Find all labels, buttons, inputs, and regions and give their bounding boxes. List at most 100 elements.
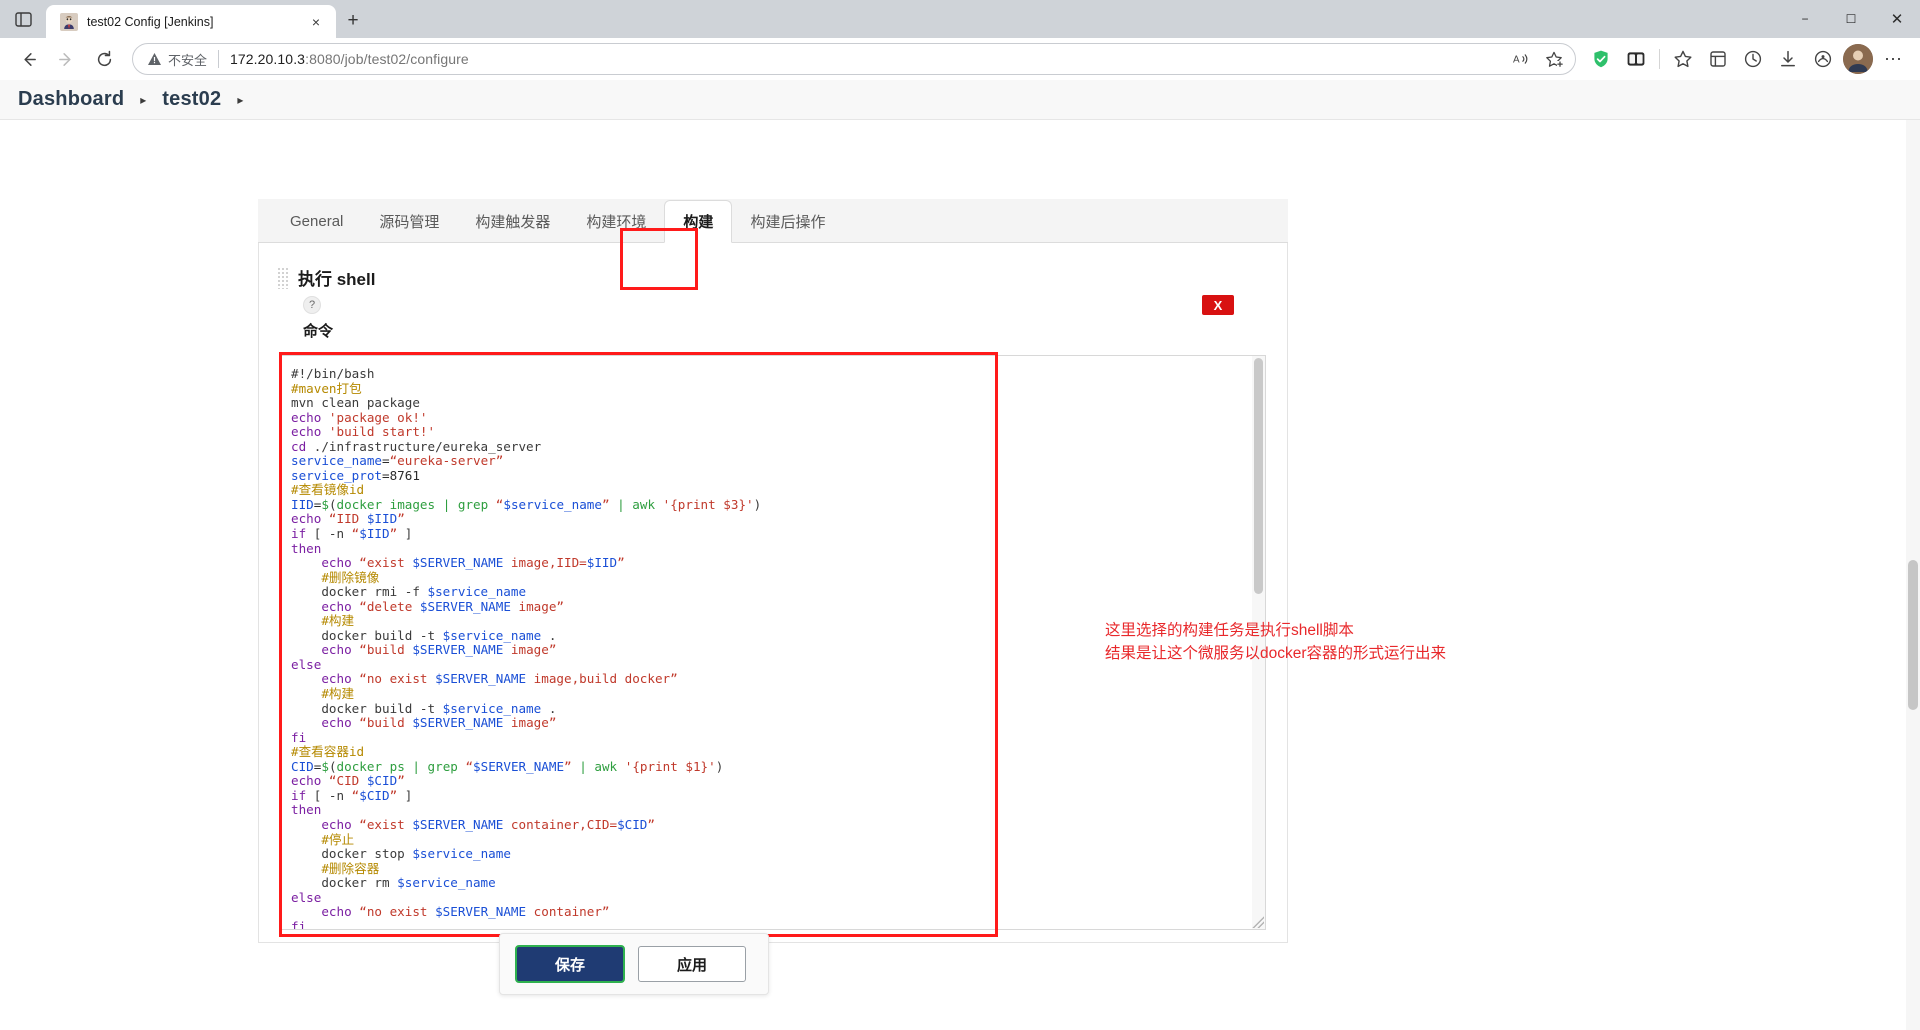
code-token: then [291, 541, 321, 556]
code-line: #maven打包 [291, 382, 1265, 397]
code-token: else [291, 657, 321, 672]
config-tab-1[interactable]: 源码管理 [361, 200, 457, 242]
close-icon[interactable]: × [304, 10, 328, 34]
avatar[interactable] [1841, 43, 1875, 75]
code-line: #构建 [291, 687, 1265, 702]
code-token: “exist [359, 555, 412, 570]
command-field-label: 命令 [259, 314, 1287, 341]
code-token: ” [602, 497, 610, 512]
code-token: = [382, 453, 390, 468]
code-token: “delete [359, 599, 420, 614]
code-token: container,CID= [503, 817, 617, 832]
code-token: $IID [367, 511, 397, 526]
code-token: docker build -t [291, 628, 443, 643]
code-line: echo “no exist $SERVER_NAME container” [291, 905, 1265, 920]
config-tab-0[interactable]: General [272, 200, 361, 242]
code-line: CID=$(docker ps | grep “$SERVER_NAME” | … [291, 760, 1265, 775]
page-scroll-thumb[interactable] [1908, 560, 1918, 710]
maximize-button[interactable]: ☐ [1828, 0, 1874, 38]
page-scrollbar[interactable] [1906, 120, 1920, 1030]
favorites-icon[interactable] [1666, 43, 1700, 75]
breadcrumb-job[interactable]: test02 [162, 88, 221, 111]
code-token: $IID [587, 555, 617, 570]
code-token: echo [291, 715, 359, 730]
textarea-scroll-thumb[interactable] [1254, 358, 1263, 594]
shield-icon[interactable] [1584, 43, 1618, 75]
code-token: ” [617, 555, 625, 570]
code-token: ) [754, 497, 762, 512]
code-token: echo [291, 642, 359, 657]
help-icon[interactable]: ? [303, 296, 321, 314]
back-icon[interactable] [10, 43, 46, 75]
code-token: echo [291, 817, 359, 832]
code-line: #查看容器id [291, 745, 1265, 760]
code-token: grep [458, 497, 496, 512]
apply-button[interactable]: 应用 [638, 946, 746, 982]
code-token: grep [428, 759, 466, 774]
code-token: “no exist [359, 904, 435, 919]
code-line: #!/bin/bash [291, 367, 1265, 382]
config-tab-3[interactable]: 构建环境 [568, 200, 664, 242]
code-token: $CID [367, 773, 397, 788]
code-token: #查看容器id [291, 744, 364, 759]
code-token: $SERVER_NAME [473, 759, 564, 774]
code-line: echo “IID $IID” [291, 512, 1265, 527]
form-action-bar: 保存 应用 [499, 933, 769, 995]
config-tab-5[interactable]: 构建后操作 [732, 200, 843, 242]
code-line: fi [291, 731, 1265, 746]
build-step-title: 执行 shell [298, 265, 375, 290]
code-token: “IID [329, 511, 367, 526]
not-secure-indicator[interactable]: 不安全 [147, 50, 207, 69]
add-favorite-icon[interactable] [1539, 45, 1569, 73]
history-icon[interactable] [1736, 43, 1770, 75]
code-line: service_prot=8761 [291, 469, 1265, 484]
breadcrumb-dashboard[interactable]: Dashboard [18, 88, 124, 111]
reload-icon[interactable] [86, 43, 122, 75]
code-line: #停止 [291, 833, 1265, 848]
browser-tab[interactable]: test02 Config [Jenkins] × [46, 5, 336, 38]
code-token: ] [397, 788, 412, 803]
omnibox-divider [218, 50, 219, 68]
code-line: #查看镜像id [291, 483, 1265, 498]
code-token: IID [291, 497, 314, 512]
code-token: | [572, 759, 595, 774]
tab-list-icon[interactable] [0, 0, 46, 38]
window-controls: − ☐ ✕ [1782, 0, 1920, 38]
save-button[interactable]: 保存 [516, 946, 624, 982]
code-token: #构建 [291, 613, 354, 628]
code-token: awk [632, 497, 662, 512]
forward-icon [48, 43, 84, 75]
code-token: image,build docker” [526, 671, 678, 686]
config-tab-4[interactable]: 构建 [664, 200, 732, 243]
new-tab-button[interactable]: + [336, 4, 370, 38]
code-token: echo [291, 599, 359, 614]
address-bar[interactable]: 不安全 172.20.10.3:8080/job/test02/configur… [132, 43, 1576, 75]
delete-build-step-button[interactable]: X [1202, 295, 1234, 315]
code-line: echo “CID $CID” [291, 774, 1265, 789]
close-window-button[interactable]: ✕ [1874, 0, 1920, 38]
drag-handle[interactable] [277, 267, 288, 289]
code-token: [ -n [314, 526, 352, 541]
code-line: echo “exist $SERVER_NAME container,CID=$… [291, 818, 1265, 833]
split-screen-icon[interactable] [1619, 43, 1653, 75]
collections-icon[interactable] [1701, 43, 1735, 75]
config-tab-2[interactable]: 构建触发器 [457, 200, 568, 242]
code-token: ” [564, 759, 572, 774]
more-options-icon[interactable]: ⋯ [1876, 43, 1910, 75]
downloads-icon[interactable] [1771, 43, 1805, 75]
code-token: '{print $3}' [663, 497, 754, 512]
minimize-button[interactable]: − [1782, 0, 1828, 38]
code-token: CID [291, 759, 314, 774]
read-aloud-icon[interactable]: A [1507, 45, 1537, 73]
textarea-resize-handle[interactable] [1252, 916, 1264, 928]
toolbar-divider [1659, 49, 1660, 69]
browser-essentials-icon[interactable] [1806, 43, 1840, 75]
code-line: docker stop $service_name [291, 847, 1265, 862]
code-token: ” [647, 817, 655, 832]
code-token: “ [465, 759, 473, 774]
code-token: $service_name [427, 584, 526, 599]
code-token: $service_name [412, 846, 511, 861]
build-step-header: 执行 shell [259, 259, 1287, 290]
profile-avatar [1843, 44, 1873, 74]
code-token: 'package ok!' [329, 410, 428, 425]
